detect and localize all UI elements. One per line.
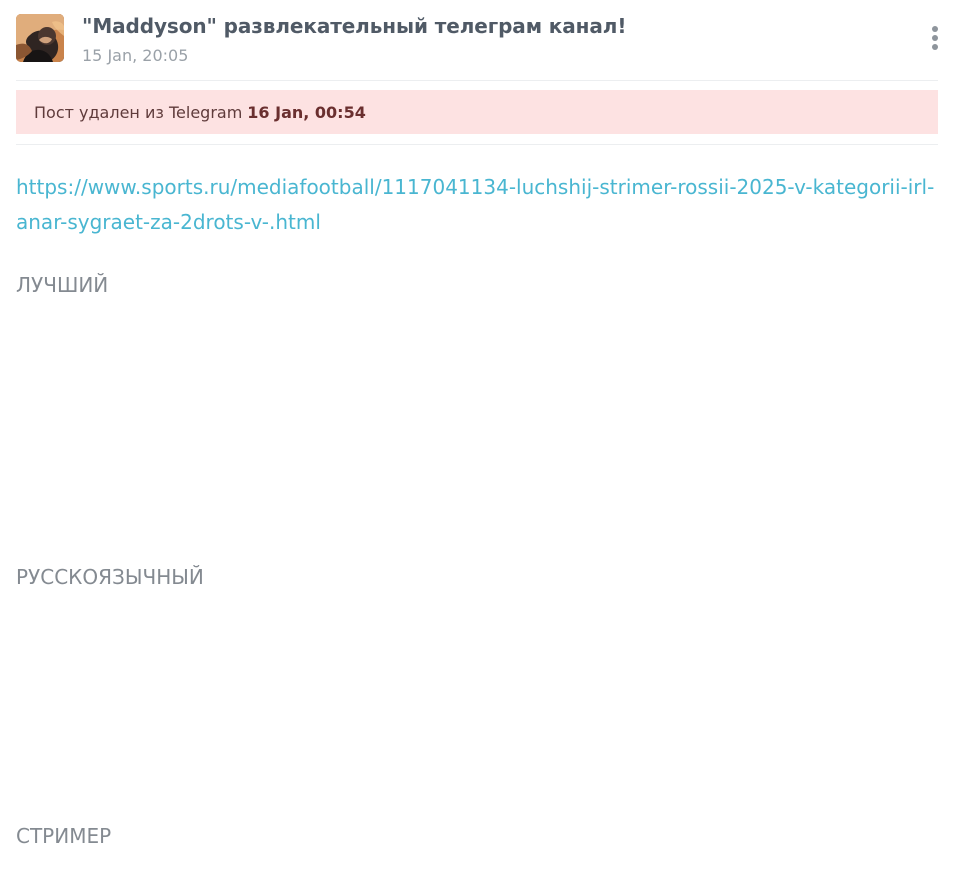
telegram-post: "Maddyson" развлекательный телеграм кана…: [16, 0, 938, 872]
deleted-alert-text: Пост удален из Telegram: [34, 102, 243, 122]
channel-avatar[interactable]: [16, 14, 64, 62]
deleted-time: 16 Jan, 00:54: [247, 102, 366, 122]
post-text-line: РУССКОЯЗЫЧНЫЙ: [16, 565, 204, 589]
avatar-image: [16, 14, 64, 62]
channel-title[interactable]: "Maddyson" развлекательный телеграм кана…: [82, 13, 902, 39]
post-timestamp: 15 Jan, 20:05: [82, 46, 189, 65]
vertical-ellipsis-icon: [932, 35, 938, 41]
post-text-line: ЛУЧШИЙ: [16, 273, 109, 297]
vertical-ellipsis-icon: [932, 26, 938, 32]
vertical-ellipsis-icon: [932, 44, 938, 50]
post-menu-button[interactable]: [924, 26, 946, 50]
post-text-line: СТРИМЕР: [16, 824, 112, 848]
post-link[interactable]: https://www.sports.ru/mediafootball/1117…: [16, 170, 938, 240]
post-header: "Maddyson" развлекательный телеграм кана…: [16, 0, 938, 81]
deleted-post-alert: Пост удален из Telegram 16 Jan, 00:54: [16, 90, 938, 134]
content-divider: [16, 144, 938, 145]
